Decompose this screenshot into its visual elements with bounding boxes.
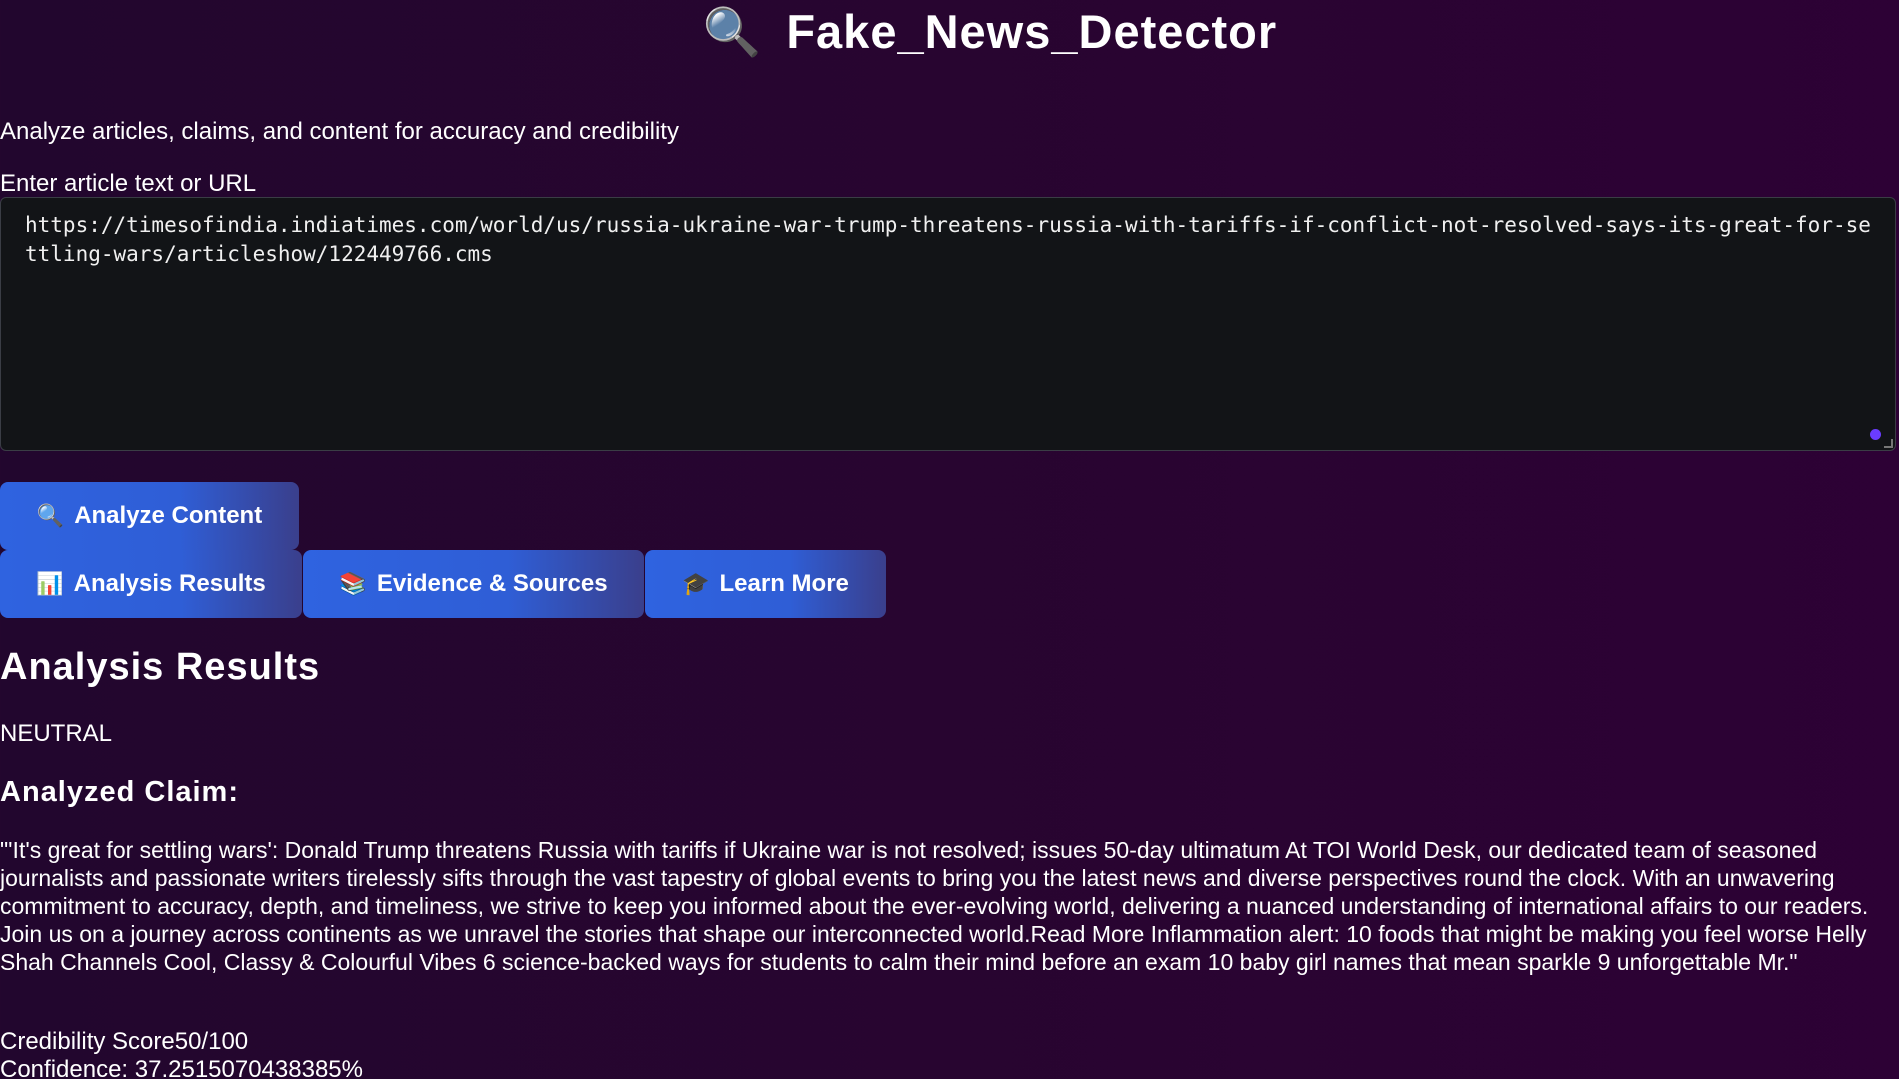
books-icon: 📚 [339,571,367,596]
app-title-text: Fake_News_Detector [786,5,1278,58]
bar-chart-icon: 📊 [36,571,64,596]
verdict-label: NEUTRAL [0,720,113,747]
credibility-score-label: Credibility Score [0,1028,175,1055]
credibility-score-value: 50/100 [174,1028,249,1055]
article-input-label: Enter article text or URL [0,170,257,197]
analyze-content-button[interactable]: 🔍 Analyze Content [0,482,299,550]
credibility-score: Credibility Score50/100 [0,1028,248,1056]
analyze-content-label: Analyze Content [74,502,263,529]
resize-handle[interactable] [1884,439,1893,448]
page-title: 🔍 Fake_News_Detector [0,4,1899,60]
results-heading: Analysis Results [0,646,321,688]
tab-learn-more[interactable]: 🎓 Learn More [645,550,886,618]
tab-learn-more-label: Learn More [719,570,849,597]
analyzed-claim-heading: Analyzed Claim: [0,776,239,808]
tab-evidence-sources[interactable]: 📚 Evidence & Sources [303,550,644,618]
magnifier-icon: 🔍 [702,5,763,58]
article-input[interactable]: https://timesofindia.indiatimes.com/worl… [1,198,1895,450]
magnifier-icon: 🔍 [36,503,65,528]
confidence-value: Confidence: 37.2515070438385% [0,1056,363,1079]
tab-analysis-results-label: Analysis Results [73,570,266,597]
graduation-cap-icon: 🎓 [682,571,710,596]
analyzed-claim-text: "'It's great for settling wars': Donald … [0,837,1869,975]
page-subtitle: Analyze articles, claims, and content fo… [0,118,679,145]
tab-analysis-results[interactable]: 📊 Analysis Results [0,550,302,618]
extension-status-dot[interactable] [1870,429,1881,440]
article-input-container: https://timesofindia.indiatimes.com/worl… [0,197,1896,451]
tab-evidence-sources-label: Evidence & Sources [376,570,608,597]
